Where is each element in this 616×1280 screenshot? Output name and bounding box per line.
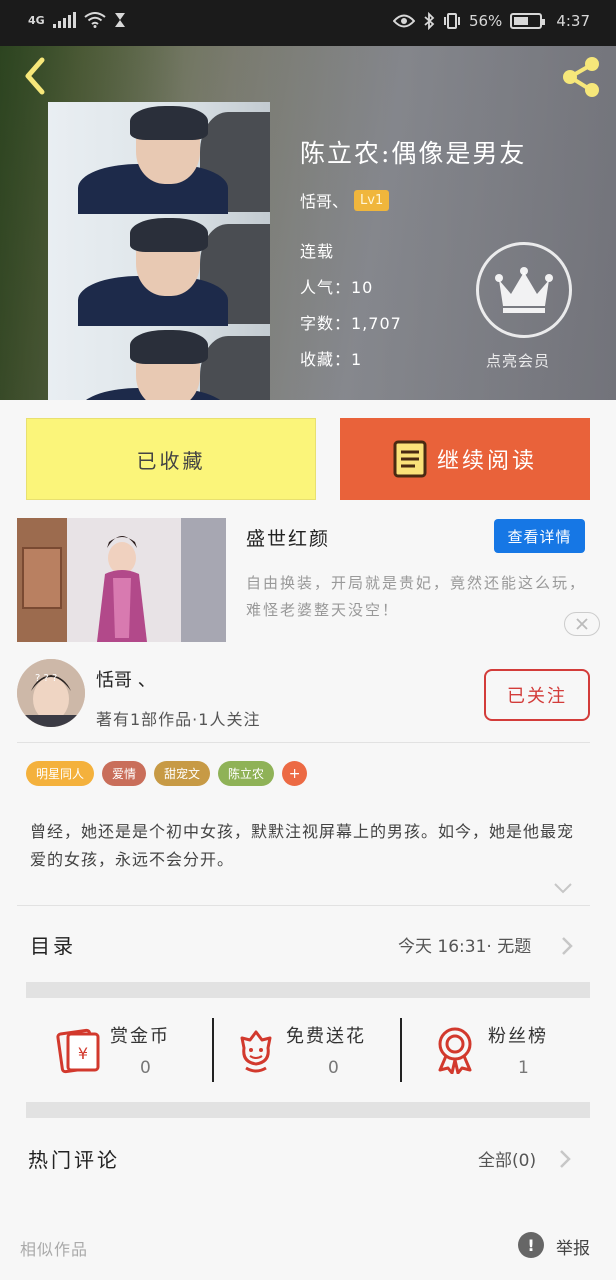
section-separator (26, 982, 590, 998)
red-envelope-icon: ¥ (56, 1028, 100, 1074)
book-author[interactable]: 恬哥、 (300, 188, 348, 212)
free-flowers-stat[interactable]: 免费送花 0 (236, 1018, 396, 1084)
fan-ranking-label: 粉丝榜 (488, 1026, 548, 1047)
divider (17, 905, 590, 906)
book-icon (393, 440, 427, 478)
author-name[interactable]: 恬哥 、 (96, 666, 156, 692)
reward-coins-label: 赏金币 (110, 1026, 170, 1047)
vip-crown-button[interactable] (476, 242, 572, 338)
battery-percent: 56% (468, 12, 503, 30)
avatar-question-marks: ? ? ? (35, 673, 58, 684)
tag-sweet[interactable]: 甜宠文 (154, 761, 211, 786)
similar-works-label: 相似作品 (20, 1240, 89, 1259)
section-separator (26, 1102, 590, 1118)
hot-comments-label: 热门评论 (28, 1148, 120, 1172)
wifi-icon (84, 12, 106, 28)
chevron-right-icon[interactable] (558, 1148, 572, 1170)
eye-icon (392, 14, 415, 28)
share-icon[interactable] (558, 54, 604, 100)
book-header: 陈立农:偶像是男友 恬哥、 Lv1 连载 人气：10 字数：1,707 收藏：1… (0, 46, 616, 400)
tag-star-fanfic[interactable]: 明星同人 (26, 761, 95, 786)
stat-separator (400, 1018, 402, 1082)
ad-detail-button[interactable]: 查看详情 (494, 519, 585, 553)
level-badge: Lv1 (354, 189, 390, 211)
chevron-right-icon[interactable] (560, 935, 574, 957)
divider (17, 742, 590, 743)
tag-list: 明星同人 爱情 甜宠文 陈立农 + (26, 761, 308, 786)
battery-icon (510, 13, 546, 29)
cover-photo-tile (48, 102, 270, 224)
catalog-label[interactable]: 目录 (30, 930, 76, 959)
hourglass-icon (114, 13, 125, 27)
book-cover[interactable] (48, 102, 270, 400)
continue-reading-button[interactable]: 继续阅读 (340, 418, 590, 500)
catalog-latest[interactable]: 今天 16:31· 无题 (398, 932, 531, 957)
ad-close-button[interactable] (564, 612, 600, 636)
author-stats: 著有1部作品·1人关注 (96, 710, 261, 729)
synopsis: 曾经，她还是是个初中女孩，默默注视屏幕上的男孩。如今，她是他最宠爱的女孩，永远不… (30, 822, 575, 869)
status-bar: 4G 56% 4:37 (0, 0, 616, 46)
medal-icon (438, 1027, 472, 1074)
add-tag-button[interactable]: + (282, 761, 308, 786)
vibrate-icon (443, 13, 460, 29)
favorites-count: 收藏：1 (300, 350, 363, 369)
favorited-button[interactable]: 已收藏 (26, 418, 316, 500)
tag-romance[interactable]: 爱情 (102, 761, 147, 786)
ad-image[interactable] (17, 518, 226, 642)
back-icon[interactable] (16, 56, 56, 96)
cover-photo-tile (48, 326, 270, 400)
stat-separator (212, 1018, 214, 1082)
serial-status: 连载 (300, 242, 335, 261)
free-flowers-label: 免费送花 (286, 1026, 366, 1047)
network-type: 4G (28, 13, 45, 27)
bluetooth-icon (424, 12, 435, 30)
popularity-count: 人气：10 (300, 278, 374, 297)
svg-text:¥: ¥ (78, 1044, 88, 1063)
author-avatar[interactable]: ? ? ? (17, 659, 85, 727)
reward-coins-stat[interactable]: ¥ 赏金币 0 (54, 1018, 204, 1084)
flower-icon (240, 1030, 272, 1073)
reward-coins-value: 0 (140, 1058, 151, 1078)
tag-chen-linong[interactable]: 陈立农 (218, 761, 275, 786)
vip-label[interactable]: 点亮会员 (486, 350, 550, 371)
crown-icon (495, 267, 553, 313)
follow-button[interactable]: 已关注 (484, 669, 590, 721)
close-icon (576, 618, 588, 630)
fan-ranking-value: 1 (518, 1058, 529, 1078)
ad-description: 自由换装，开局就是贵妃，竟然还能这么玩，难怪老婆整天没空！ (246, 574, 587, 619)
book-title: 陈立农:偶像是男友 (300, 139, 527, 168)
free-flowers-value: 0 (328, 1058, 339, 1078)
chevron-down-icon[interactable] (552, 880, 574, 896)
signal-icon (52, 12, 76, 28)
clock: 4:37 (556, 12, 590, 30)
report-button[interactable]: 举报 (556, 1234, 590, 1259)
ad-title[interactable]: 盛世红颜 (246, 524, 330, 551)
cover-photo-tile (48, 214, 270, 336)
continue-reading-label: 继续阅读 (436, 449, 537, 474)
all-comments-link[interactable]: 全部(0) (478, 1146, 536, 1171)
ad-illustration (17, 518, 226, 642)
word-count: 字数：1,707 (300, 314, 402, 333)
book-author-line[interactable]: 恬哥、 Lv1 (300, 188, 390, 212)
report-icon[interactable]: ! (518, 1232, 544, 1258)
fan-ranking-stat[interactable]: 粉丝榜 1 (434, 1018, 594, 1084)
avatar-photo (17, 659, 85, 727)
